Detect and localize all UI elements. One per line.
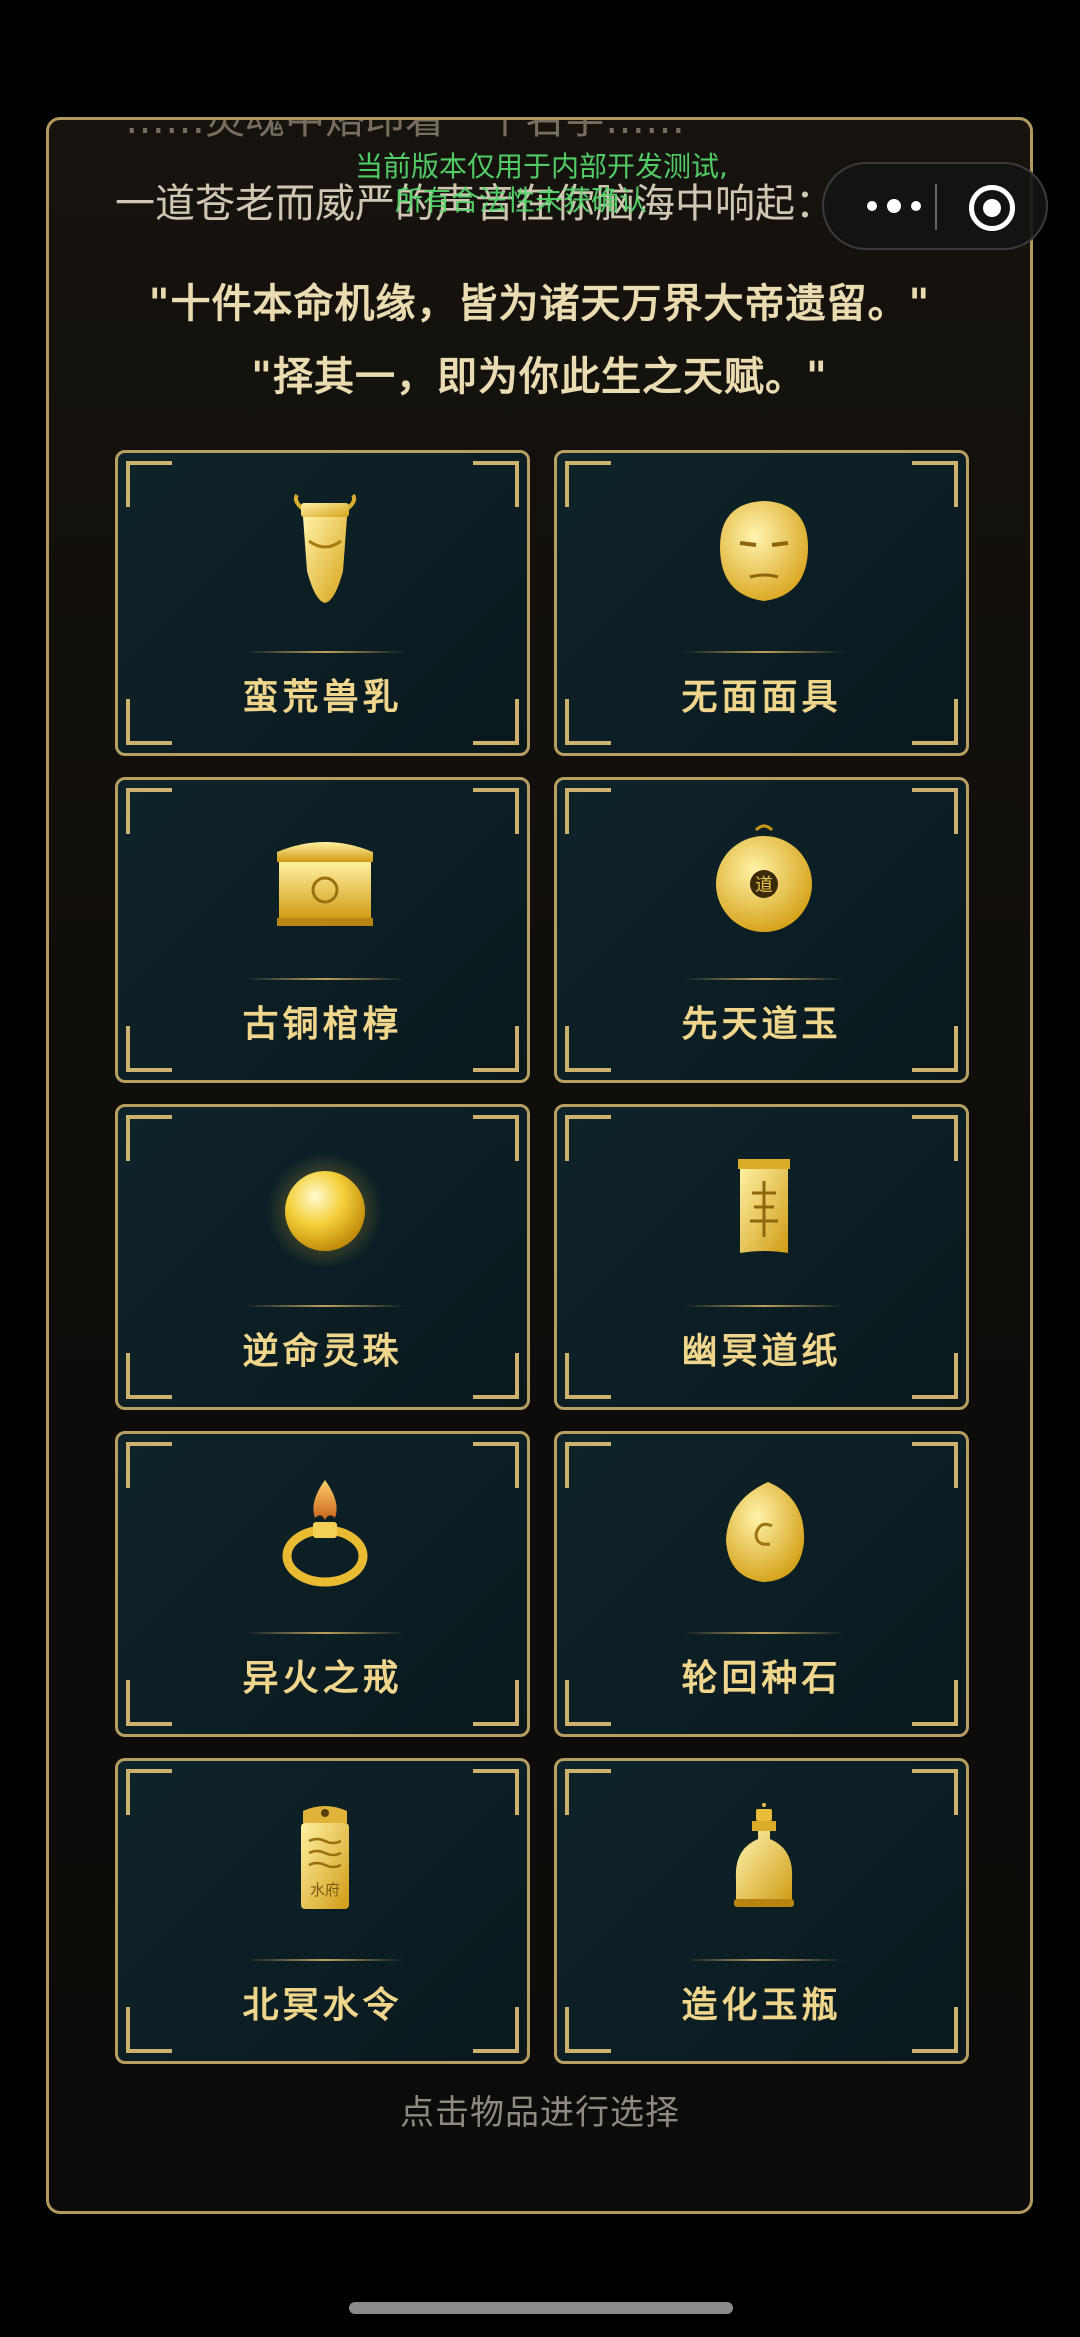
svg-text:水府: 水府 [310,1881,340,1899]
corner-ornament [473,1442,519,1488]
dev-test-notice: 当前版本仅用于内部开发测试, 所有合法性未获确认 [355,150,775,218]
item-label: 先天道玉 [681,1004,842,1045]
faceless-mask-icon [684,491,844,621]
corner-ornament [126,1442,172,1488]
corner-ornament [912,788,958,834]
partial-previous-text: ……灵魂中烙印着一个名字…… [125,117,685,143]
corner-ornament [912,461,958,507]
item-card-beast-milk[interactable]: 蛮荒兽乳 [115,450,530,756]
quote-line-1: "十件本命机缘，皆为诸天万界大帝遗留。" [148,281,931,327]
underworld-talisman-icon [684,1145,844,1275]
jade-bottle-icon [684,1799,844,1929]
card-divider [245,1305,405,1307]
item-card-spirit-pearl[interactable]: 逆命灵珠 [115,1104,530,1410]
flame-ring-icon [245,1472,405,1602]
dev-notice-line-1: 当前版本仅用于内部开发测试, [355,150,728,183]
item-card-water-token[interactable]: 水府 北冥水令 [115,1758,530,2064]
home-indicator[interactable] [349,2302,733,2314]
dev-notice-line-2: 所有合法性未获确认 [395,184,648,217]
item-label: 北冥水令 [242,1985,403,2026]
corner-ornament [912,1442,958,1488]
water-token-icon: 水府 [245,1799,405,1929]
item-card-bronze-coffin[interactable]: 古铜棺椁 [115,777,530,1083]
card-divider [245,978,405,980]
card-divider [245,651,405,653]
corner-ornament [126,1115,172,1161]
card-divider [245,1632,405,1634]
item-card-faceless-mask[interactable]: 无面面具 [554,450,969,756]
item-card-dao-jade[interactable]: 道 先天道玉 [554,777,969,1083]
card-divider [684,1305,844,1307]
corner-ornament [126,788,172,834]
corner-ornament [565,1442,611,1488]
item-label: 蛮荒兽乳 [242,677,403,718]
corner-ornament [912,1769,958,1815]
item-card-underworld-paper[interactable]: 幽冥道纸 [554,1104,969,1410]
item-label: 古铜棺椁 [242,1004,403,1045]
item-label: 幽冥道纸 [681,1331,842,1372]
corner-ornament [473,1769,519,1815]
corner-ornament [126,461,172,507]
main-panel: ……灵魂中烙印着一个名字…… 一道苍老而威严的声音在你脑海中响起： "十件本命机… [46,117,1033,2214]
item-card-seed-stone[interactable]: 轮回种石 [554,1431,969,1737]
miniprogram-capsule [822,162,1048,250]
corner-ornament [473,1115,519,1161]
dao-jade-coin-icon: 道 [684,818,844,948]
corner-ornament [473,788,519,834]
corner-ornament [565,1769,611,1815]
beast-milk-vase-icon [245,491,405,621]
item-label: 轮回种石 [681,1658,842,1699]
card-divider [245,1959,405,1961]
item-label: 无面面具 [681,677,842,718]
card-divider [684,978,844,980]
corner-ornament [912,1115,958,1161]
capsule-divider [935,184,937,230]
close-target-icon[interactable] [969,185,1015,231]
item-label: 异火之戒 [242,1658,403,1699]
corner-ornament [565,461,611,507]
corner-ornament [565,788,611,834]
corner-ornament [126,1769,172,1815]
svg-text:道: 道 [755,875,773,896]
item-label: 逆命灵珠 [242,1331,403,1372]
select-hint: 点击物品进行选择 [400,2093,680,2133]
reincarnation-seed-stone-icon [684,1472,844,1602]
more-dots-icon[interactable] [854,164,934,248]
item-card-flame-ring[interactable]: 异火之戒 [115,1431,530,1737]
quote-line-2: "择其一，即为你此生之天赋。" [251,354,828,400]
spirit-pearl-icon [245,1145,405,1275]
item-card-jade-bottle[interactable]: 造化玉瓶 [554,1758,969,2064]
corner-ornament [565,1115,611,1161]
corner-ornament [473,461,519,507]
card-divider [684,651,844,653]
bronze-coffin-icon [245,818,405,948]
card-divider [684,1959,844,1961]
item-label: 造化玉瓶 [681,1985,842,2026]
card-divider [684,1632,844,1634]
